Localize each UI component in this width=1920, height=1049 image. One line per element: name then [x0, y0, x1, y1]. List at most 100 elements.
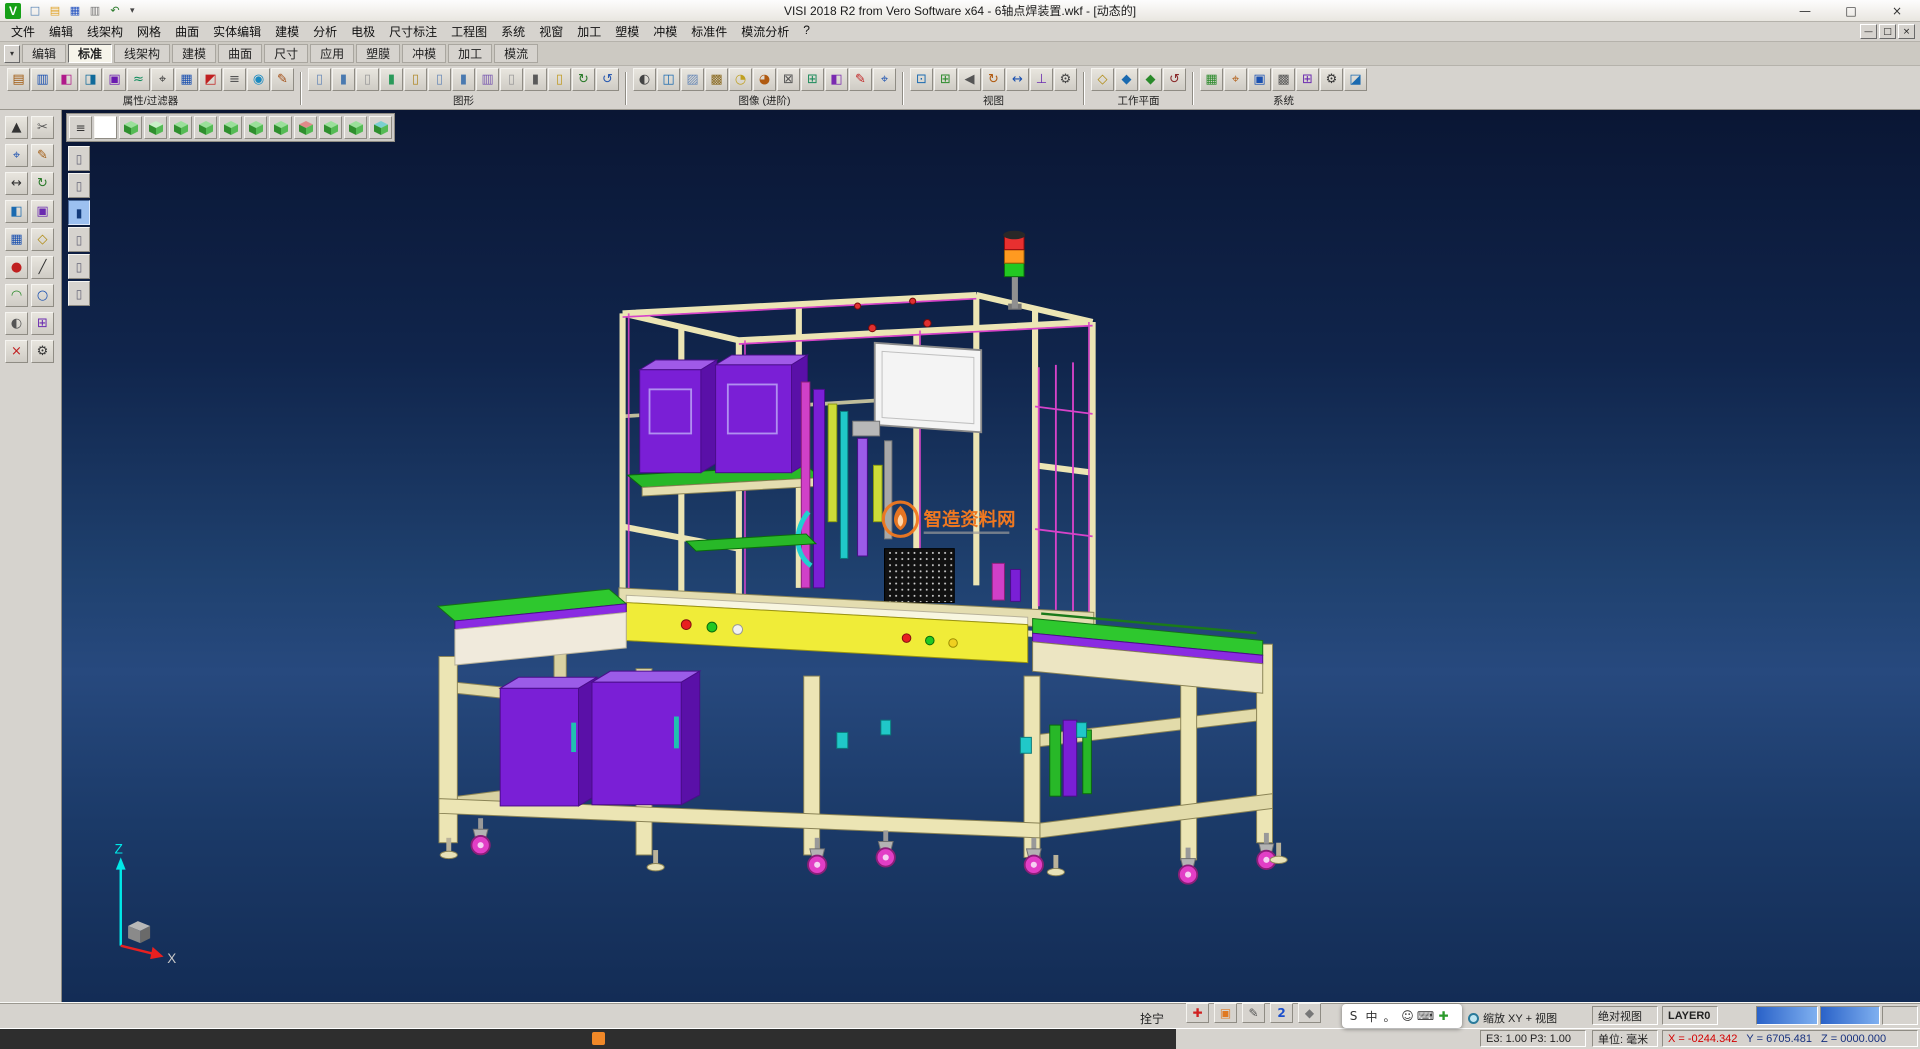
delete-icon[interactable]: ×	[5, 340, 28, 363]
pan-icon[interactable]: ↔	[5, 172, 28, 195]
view-normal-to-icon[interactable]: ⊥	[1030, 68, 1053, 91]
ime-emoji[interactable]: ☺	[1399, 1007, 1416, 1025]
view-left-icon[interactable]	[219, 116, 242, 139]
settings-icon[interactable]: ⚙	[31, 340, 54, 363]
unblank-elements-icon[interactable]: ▮	[524, 68, 547, 91]
show-surfaces-icon[interactable]: ▯	[404, 68, 427, 91]
view-right-icon[interactable]	[244, 116, 267, 139]
close-button[interactable]: ×	[1874, 0, 1920, 21]
scene-3d[interactable]: 智造资料网 Z X	[62, 110, 1920, 1002]
shading-settings-icon[interactable]: ◐	[633, 68, 656, 91]
view-iso-sw-icon[interactable]	[344, 116, 367, 139]
new-file-icon[interactable]: □	[26, 2, 44, 20]
system-preferences-icon[interactable]: ⚙	[1320, 68, 1343, 91]
session-count[interactable]: 2	[1270, 1003, 1293, 1023]
viewport-3d[interactable]: ≡	[62, 110, 1920, 1002]
workplane-on-face-icon[interactable]: ◆	[1139, 68, 1162, 91]
show-solids-icon[interactable]: ▯	[428, 68, 451, 91]
transparency-icon[interactable]: ▨	[681, 68, 704, 91]
tab-0[interactable]: 编辑	[22, 44, 66, 63]
snap-settings-icon[interactable]: ⌖	[1224, 68, 1247, 91]
show-wireframe-icon[interactable]: ▮	[332, 68, 355, 91]
view-top-icon[interactable]	[144, 116, 167, 139]
dynamic-rotate-icon[interactable]: ↻	[982, 68, 1005, 91]
array-icon[interactable]: ⊞	[31, 312, 54, 335]
view-iso-icon[interactable]	[119, 116, 142, 139]
menu-item-3[interactable]: 网格	[130, 22, 168, 41]
menu-item-10[interactable]: 工程图	[444, 22, 494, 41]
view-iso-ne-icon[interactable]	[269, 116, 292, 139]
tab-10[interactable]: 模流	[494, 44, 538, 63]
workplane-icon[interactable]: ◇	[31, 228, 54, 251]
filter-surfaces-icon[interactable]: ▯	[68, 227, 90, 252]
macro-icon[interactable]: ◆	[1298, 1003, 1321, 1023]
filter-solids-icon[interactable]: ▯	[68, 254, 90, 279]
tab-8[interactable]: 冲模	[402, 44, 446, 63]
surface-tool-icon[interactable]: ◧	[5, 200, 28, 223]
zoom-fit-icon[interactable]: ⊞	[934, 68, 957, 91]
mdi-restore-button[interactable]: □	[1879, 24, 1896, 39]
ime-punctuation[interactable]: 。	[1381, 1007, 1398, 1025]
menu-item-13[interactable]: 加工	[570, 22, 608, 41]
pan-view-icon[interactable]: ↔	[1006, 68, 1029, 91]
menu-item-12[interactable]: 视窗	[532, 22, 570, 41]
filter-solids-icon[interactable]: ▣	[103, 68, 126, 91]
lighting-icon[interactable]: ◔	[729, 68, 752, 91]
circle-icon[interactable]: ○	[31, 284, 54, 307]
taskbar-app-icon[interactable]	[592, 1032, 605, 1045]
menu-item-15[interactable]: 冲模	[646, 22, 684, 41]
undo-icon[interactable]: ↶	[106, 2, 124, 20]
show-hidden-line-icon[interactable]: ▯	[356, 68, 379, 91]
attribute-editor-icon[interactable]: ▤	[7, 68, 30, 91]
windows-taskbar[interactable]	[0, 1029, 1176, 1049]
image-gallery-icon[interactable]: ⊞	[801, 68, 824, 91]
menu-item-5[interactable]: 实体编辑	[206, 22, 268, 41]
perspective-icon[interactable]: ◪	[1344, 68, 1367, 91]
texture-icon[interactable]: ▩	[705, 68, 728, 91]
snap-point-icon[interactable]: ⌖	[5, 144, 28, 167]
menu-item-1[interactable]: 编辑	[42, 22, 80, 41]
zoom-window-icon[interactable]: ⊡	[910, 68, 933, 91]
quick-access-dropdown[interactable]: ▾	[130, 6, 135, 16]
sogou-logo[interactable]: S	[1345, 1007, 1362, 1025]
show-curves-icon[interactable]: ▮	[380, 68, 403, 91]
view-iso-se-icon[interactable]	[319, 116, 342, 139]
tab-7[interactable]: 塑膜	[356, 44, 400, 63]
tab-3[interactable]: 建模	[172, 44, 216, 63]
tab-9[interactable]: 加工	[448, 44, 492, 63]
palette-icon[interactable]: ▣	[1214, 1003, 1237, 1023]
grid-settings-icon[interactable]: ▩	[1272, 68, 1295, 91]
workplane-by-points-icon[interactable]: ◆	[1115, 68, 1138, 91]
menu-item-9[interactable]: 尺寸标注	[382, 22, 444, 41]
calculator-icon[interactable]: ⊞	[1296, 68, 1319, 91]
measure-image-icon[interactable]: ⌖	[873, 68, 896, 91]
menu-item-18[interactable]: ?	[796, 22, 817, 41]
workplane-reset-icon[interactable]: ↺	[1163, 68, 1186, 91]
capture-image-icon[interactable]: ⊠	[777, 68, 800, 91]
mirror-icon[interactable]: ◐	[5, 312, 28, 335]
color-filter-icon[interactable]: ◩	[199, 68, 222, 91]
workplane-standard-icon[interactable]: ◇	[1091, 68, 1114, 91]
tab-2[interactable]: 线架构	[114, 44, 170, 63]
view-menu-icon[interactable]: ≡	[69, 116, 92, 139]
menu-item-2[interactable]: 线架构	[80, 22, 130, 41]
filter-custom-icon[interactable]: ▯	[68, 281, 90, 306]
menu-item-8[interactable]: 电极	[344, 22, 382, 41]
tab-6[interactable]: 应用	[310, 44, 354, 63]
line-icon[interactable]: ╱	[31, 256, 54, 279]
view-mode-cell[interactable]: 绝对视图	[1592, 1006, 1658, 1025]
select-icon[interactable]: ▲	[5, 116, 28, 139]
filter-wireframe-icon[interactable]: ▮	[68, 200, 90, 225]
view-dynamic-icon[interactable]	[369, 116, 392, 139]
zoom-previous-icon[interactable]: ◀	[958, 68, 981, 91]
mdi-close-button[interactable]: ×	[1898, 24, 1915, 39]
tab-5[interactable]: 尺寸	[264, 44, 308, 63]
layer-filter-icon[interactable]: ▦	[175, 68, 198, 91]
ime-lang-toggle[interactable]: 中	[1363, 1007, 1380, 1025]
menu-item-17[interactable]: 模流分析	[734, 22, 796, 41]
tab-4[interactable]: 曲面	[218, 44, 262, 63]
menu-item-7[interactable]: 分析	[306, 22, 344, 41]
selection-filter-icon[interactable]: ⌖	[151, 68, 174, 91]
tab-1[interactable]: 标准	[68, 44, 112, 63]
menu-item-6[interactable]: 建模	[268, 22, 306, 41]
